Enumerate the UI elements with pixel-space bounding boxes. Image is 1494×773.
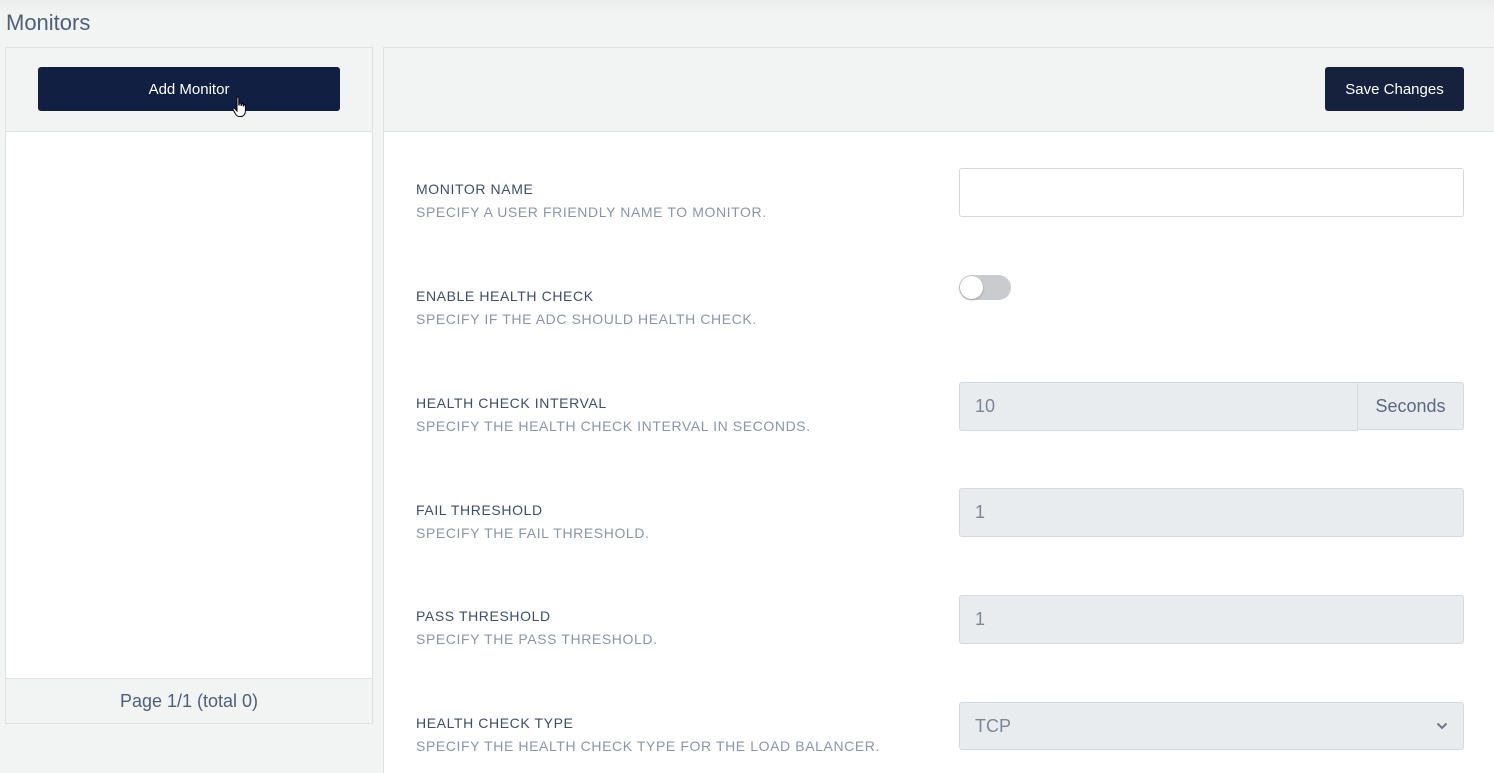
top-bar: [0, 0, 1494, 44]
chevron-down-icon: [1436, 722, 1448, 730]
editor-header: Save Changes: [384, 48, 1494, 132]
monitor-editor-panel: Save Changes MONITOR NAME SPECIFY A USER…: [383, 47, 1494, 773]
health-check-interval-input: 10: [959, 382, 1358, 431]
fail-threshold-control: 1: [959, 488, 1464, 537]
pass-threshold-input: 1: [959, 595, 1464, 644]
monitor-name-control: [959, 168, 1464, 217]
pagination-info: Page 1/1 (total 0): [6, 678, 372, 723]
toggle-knob: [960, 276, 983, 299]
page-title: Monitors: [6, 10, 91, 35]
add-monitor-button[interactable]: Add Monitor: [38, 67, 340, 111]
enable-health-check-toggle[interactable]: [959, 275, 1011, 300]
health-check-type-control: TCP: [959, 702, 1464, 750]
monitor-list-panel: Add Monitor Page 1/1 (total 0): [5, 47, 373, 724]
hand-pointer-icon: [232, 96, 246, 117]
save-changes-button[interactable]: Save Changes: [1325, 67, 1464, 111]
monitor-list-header: Add Monitor: [6, 48, 372, 132]
health-check-type-select: TCP: [959, 702, 1464, 750]
interval-unit-addon: Seconds: [1358, 382, 1464, 430]
enable-health-check-control: [959, 275, 1464, 300]
interval-input-group: 10 Seconds: [959, 382, 1464, 431]
monitor-name-input[interactable]: [959, 168, 1464, 217]
enable-health-check-description: SPECIFY IF THE ADC SHOULD HEALTH CHECK.: [416, 311, 757, 327]
fail-threshold-input: 1: [959, 488, 1464, 537]
health-check-interval-control: 10 Seconds: [959, 382, 1464, 431]
pass-threshold-control: 1: [959, 595, 1464, 644]
health-check-type-value: TCP: [975, 715, 1011, 736]
